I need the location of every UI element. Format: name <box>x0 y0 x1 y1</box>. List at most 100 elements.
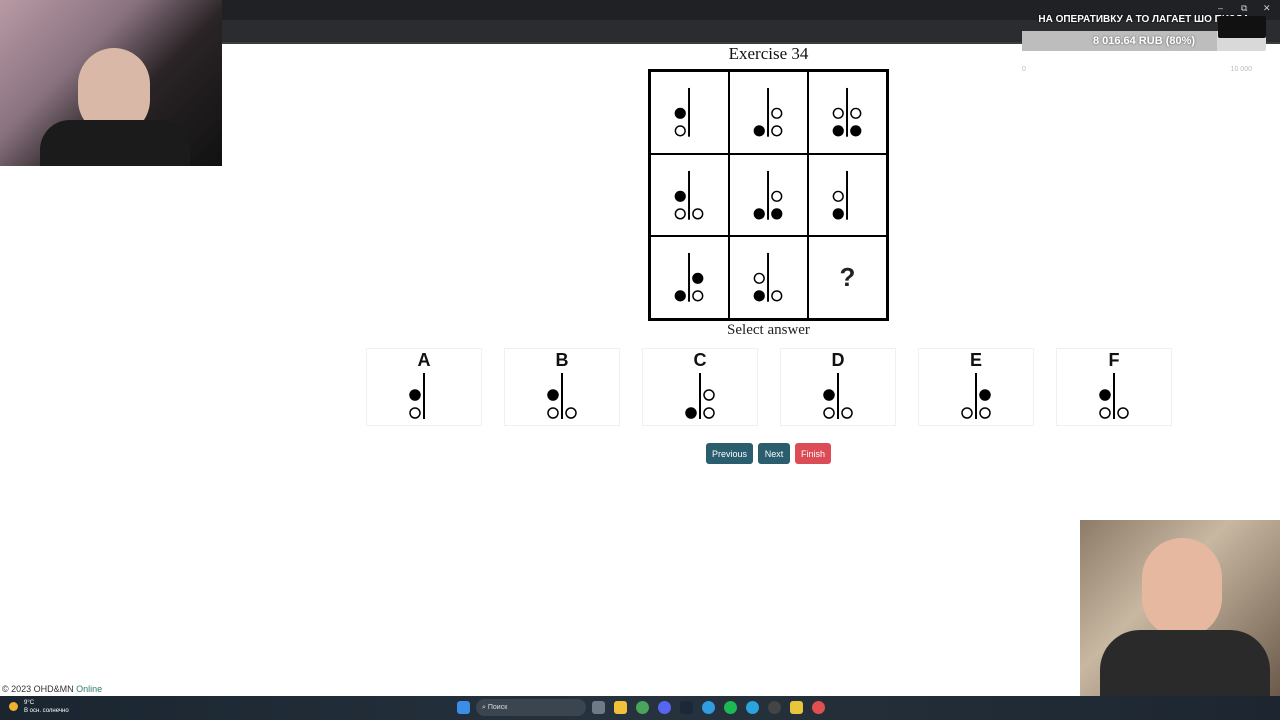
donation-min-label: 0 <box>1022 66 1026 73</box>
chrome-icon[interactable] <box>636 701 649 714</box>
donation-goal-widget: НА ОПЕРАТИВКУ А ТО ЛАГАЕТ ШО ПИЗДА 8 016… <box>1022 14 1266 73</box>
filled-circle <box>850 125 862 137</box>
edge-icon[interactable] <box>702 701 715 714</box>
option-figure <box>1099 373 1129 419</box>
filled-circle <box>409 389 421 401</box>
hollow-circle <box>771 107 783 119</box>
donation-bar-end <box>1218 16 1266 38</box>
hollow-circle <box>703 407 715 419</box>
weather-temp: 9°C <box>24 700 35 706</box>
answer-option-a[interactable]: A <box>366 348 482 426</box>
windows-taskbar: 9°C В осн. солнечно ⌕ Поиск <box>0 696 1280 720</box>
hollow-circle <box>1099 407 1111 419</box>
puzzle-figure <box>753 170 783 220</box>
weather-desc: В осн. солнечно <box>24 708 69 714</box>
app-icon[interactable] <box>790 701 803 714</box>
filled-circle <box>832 125 844 137</box>
hollow-circle <box>703 389 715 401</box>
hollow-circle <box>979 407 991 419</box>
hollow-circle <box>409 407 421 419</box>
task-view-icon[interactable] <box>592 701 605 714</box>
streamer-webcam <box>0 0 222 166</box>
maximize-icon[interactable]: ⧉ <box>1241 3 1247 14</box>
filled-circle <box>753 290 765 302</box>
guest-webcam <box>1080 520 1280 696</box>
hollow-circle <box>692 207 704 220</box>
hollow-circle <box>823 407 835 419</box>
hollow-circle <box>771 190 783 202</box>
option-figure <box>685 373 715 419</box>
hollow-circle <box>841 407 853 419</box>
donation-max-label: 10 000 <box>1230 66 1252 73</box>
option-figure <box>961 373 991 419</box>
option-figure <box>547 373 577 419</box>
face-shape <box>1142 538 1222 638</box>
puzzle-figure <box>832 87 862 137</box>
close-icon[interactable]: ✕ <box>1263 3 1271 14</box>
filled-circle <box>674 107 686 119</box>
app-icon[interactable] <box>812 701 825 714</box>
search-icon: ⌕ <box>482 704 486 711</box>
filled-circle <box>823 389 835 401</box>
answer-option-c[interactable]: C <box>642 348 758 426</box>
filled-circle <box>1099 389 1111 401</box>
filled-circle <box>547 389 559 401</box>
hollow-circle <box>832 190 844 202</box>
footer-copyright: © 2023 OHD&MN <box>2 684 74 694</box>
hollow-circle <box>565 407 577 419</box>
exercise-title: Exercise 34 <box>728 44 809 63</box>
footer-online-link[interactable]: Online <box>76 684 102 694</box>
discord-icon[interactable] <box>658 701 671 714</box>
filled-circle <box>832 207 844 220</box>
steam-icon[interactable] <box>680 701 693 714</box>
filled-circle <box>674 290 686 302</box>
finish-button[interactable]: Finish <box>795 443 831 464</box>
puzzle-figure <box>674 87 690 137</box>
spotify-icon[interactable] <box>724 701 737 714</box>
hollow-circle <box>547 407 559 419</box>
puzzle-figure <box>832 170 848 220</box>
puzzle-cell <box>729 71 808 154</box>
hollow-circle <box>961 407 973 419</box>
answer-option-b[interactable]: B <box>504 348 620 426</box>
puzzle-cell <box>650 153 729 237</box>
answer-option-f[interactable]: F <box>1056 348 1172 426</box>
next-button[interactable]: Next <box>758 443 790 464</box>
puzzle-cell <box>808 153 887 237</box>
file-explorer-icon[interactable] <box>614 701 627 714</box>
filled-circle <box>692 273 704 285</box>
hollow-circle <box>753 273 765 285</box>
hollow-circle <box>692 290 704 302</box>
obs-icon[interactable] <box>768 701 781 714</box>
puzzle-cell <box>729 236 808 319</box>
puzzle-cell <box>808 71 887 154</box>
hollow-circle <box>674 125 686 137</box>
puzzle-cell: ? <box>808 236 887 319</box>
answer-option-d[interactable]: D <box>780 348 896 426</box>
taskbar-search[interactable]: ⌕ Поиск <box>476 699 586 716</box>
option-figure <box>823 373 853 419</box>
search-placeholder: Поиск <box>487 704 508 711</box>
filled-circle <box>753 207 765 220</box>
option-figure <box>409 373 425 419</box>
footer: © 2023 OHD&MN Online <box>2 684 102 694</box>
puzzle-cell <box>650 236 729 319</box>
weather-widget[interactable]: 9°C В осн. солнечно <box>9 699 69 715</box>
windows-start-icon[interactable] <box>457 701 470 714</box>
hollow-circle <box>674 207 686 220</box>
filled-circle <box>771 207 783 220</box>
previous-button[interactable]: Previous <box>706 443 753 464</box>
minimize-icon[interactable]: – <box>1218 3 1223 13</box>
filled-circle <box>979 389 991 401</box>
telegram-icon[interactable] <box>746 701 759 714</box>
puzzle-cell <box>729 153 808 237</box>
hollow-circle <box>771 290 783 302</box>
answer-option-e[interactable]: E <box>918 348 1034 426</box>
hollow-circle <box>832 107 844 119</box>
puzzle-figure <box>674 253 704 303</box>
shirt-shape <box>40 120 190 166</box>
puzzle-grid: ? <box>648 69 889 321</box>
puzzle-figure <box>753 253 783 303</box>
filled-circle <box>674 190 686 202</box>
hollow-circle <box>771 125 783 137</box>
